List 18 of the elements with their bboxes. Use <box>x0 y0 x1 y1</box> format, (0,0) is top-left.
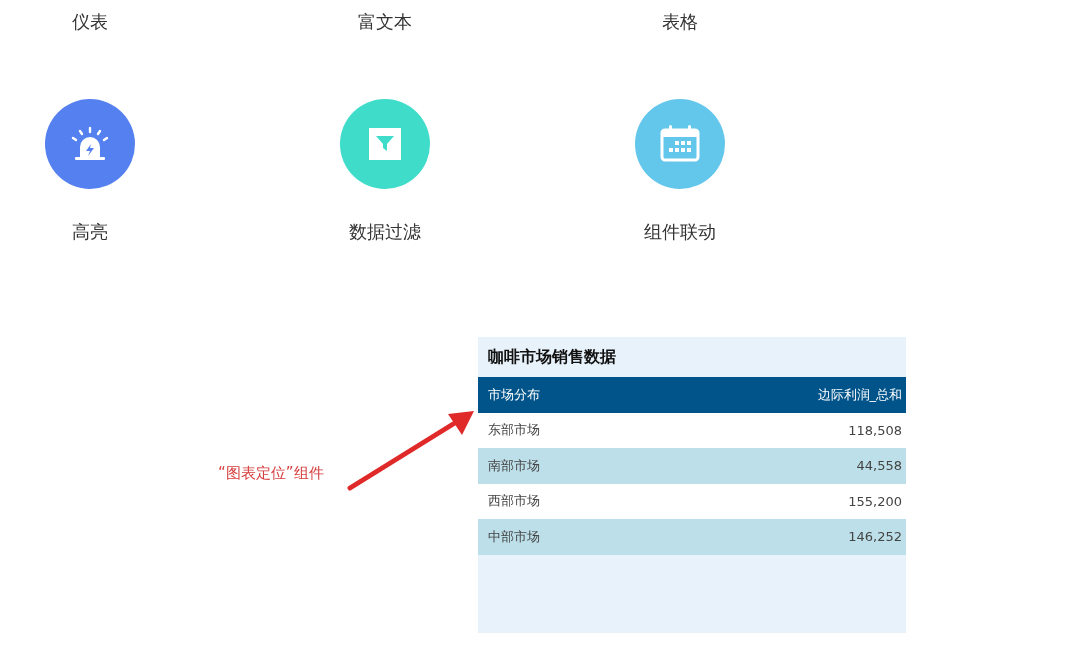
table-title: 咖啡市场销售数据 <box>487 345 617 368</box>
feature-label: 数据过滤 <box>349 221 421 243</box>
category-label: 表格 <box>662 10 698 34</box>
feature-label: 组件联动 <box>644 221 716 243</box>
table-cell: 44,558 <box>856 458 902 474</box>
table-cell: 南部市场 <box>488 456 540 475</box>
table-cell: 146,252 <box>848 529 902 545</box>
table-cell: 155,200 <box>848 493 902 509</box>
table-cell: 118,508 <box>848 422 902 438</box>
category-label: 仪表 <box>72 10 108 34</box>
table-cell: 中部市场 <box>488 527 540 546</box>
annotation-text: “图表定位”组件 <box>218 464 324 483</box>
column-header: 边际利润_总和 <box>817 385 902 404</box>
column-header: 市场分布 <box>488 385 540 404</box>
feature-label: 高亮 <box>72 221 108 243</box>
category-label: 富文本 <box>358 10 412 34</box>
table-cell: 西部市场 <box>488 492 540 511</box>
table-cell: 东部市场 <box>488 421 540 440</box>
